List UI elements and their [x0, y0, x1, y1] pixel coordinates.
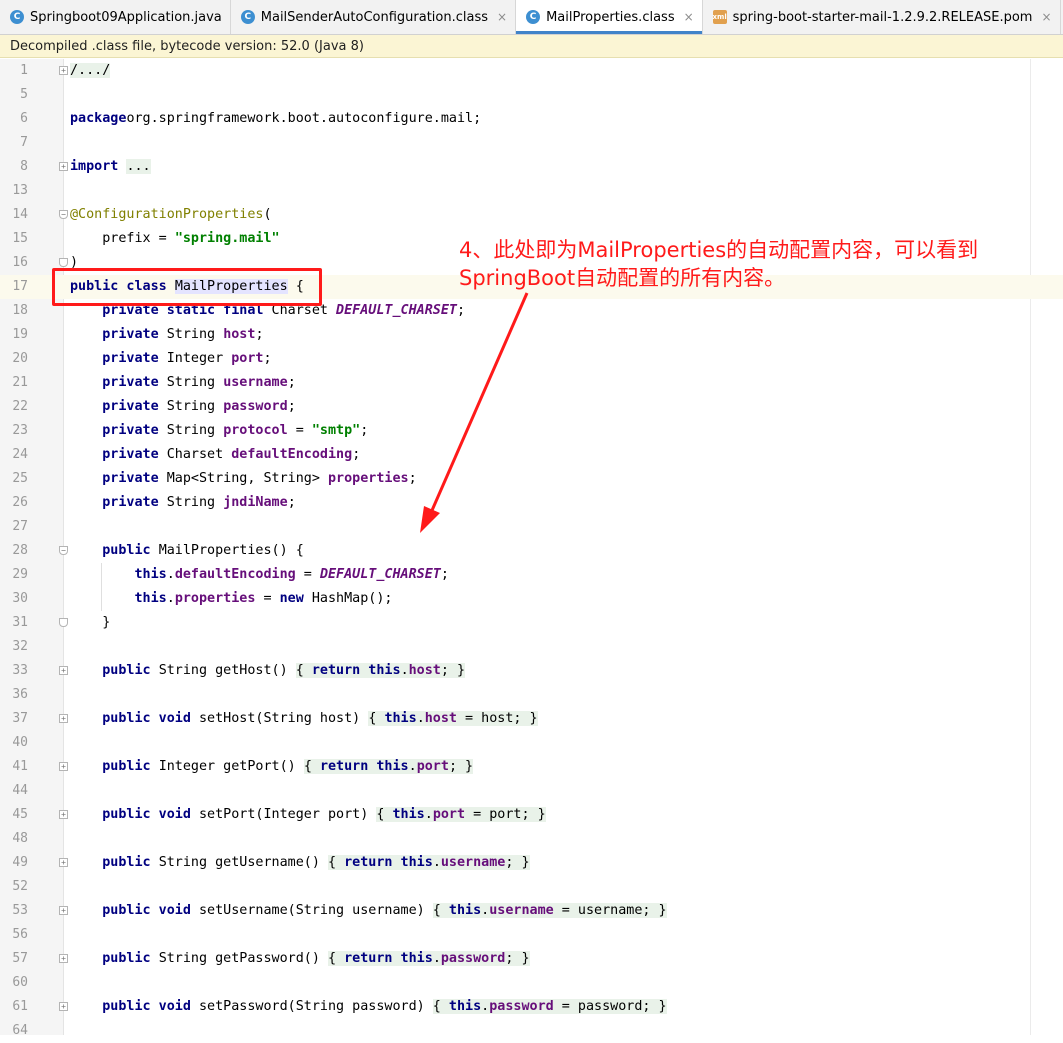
annotation-line-1: 4、此处即为MailProperties的自动配置内容，可以看到	[459, 238, 979, 262]
annotation-arrow	[420, 292, 529, 533]
annotation-line-2: SpringBoot自动配置的所有内容。	[459, 266, 786, 290]
arrow-head	[420, 506, 440, 533]
arrow-shaft	[428, 292, 529, 516]
annotation-note: 4、此处即为MailProperties的自动配置内容，可以看到 SpringB…	[459, 236, 1019, 292]
